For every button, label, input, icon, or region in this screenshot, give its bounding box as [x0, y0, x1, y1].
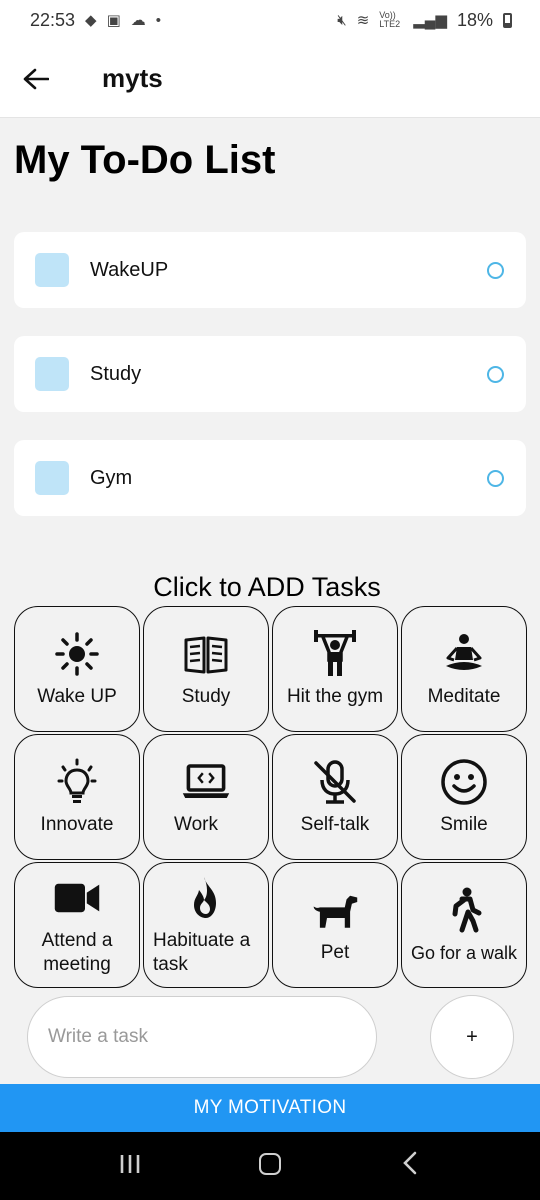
- game-controller-icon: ◆: [85, 12, 97, 29]
- todo-status-circle[interactable]: [487, 469, 504, 487]
- home-button[interactable]: [240, 1151, 300, 1182]
- todo-label: Study: [90, 362, 142, 385]
- todo-list: WakeUP Study Gym: [14, 232, 526, 544]
- app-title: myts: [102, 63, 163, 93]
- task-label: Habituate a task: [153, 930, 251, 975]
- battery-percent: 18%: [456, 9, 493, 30]
- task-label: Wake UP: [37, 686, 117, 707]
- signal-icon: ▂▄▆: [413, 12, 447, 29]
- dot-icon: •: [155, 11, 162, 29]
- todo-checkbox[interactable]: [35, 357, 69, 391]
- fire-icon: [181, 873, 231, 923]
- add-tasks-heading: Click to ADD Tasks: [153, 572, 381, 602]
- task-tile-attend-a-meeting[interactable]: Attend a meeting: [14, 862, 140, 988]
- my-motivation-button[interactable]: MY MOTIVATION: [0, 1084, 540, 1132]
- back-button[interactable]: [0, 40, 72, 118]
- todo-checkbox[interactable]: [35, 461, 69, 495]
- task-tile-habituate-a-task[interactable]: Habituate a task: [143, 862, 269, 988]
- book-icon: [181, 629, 231, 679]
- task-label: Pet: [320, 942, 350, 963]
- system-nav-bar: [0, 1132, 540, 1200]
- meditation-icon: [439, 629, 489, 679]
- home-icon: [259, 1152, 281, 1175]
- weightlifter-icon: [310, 629, 360, 679]
- status-bar-right: 🔇︎ ≋ Vo)) LTE2 ▂▄▆ 18%: [337, 10, 512, 31]
- task-tile-wake-up[interactable]: Wake UP: [14, 606, 140, 732]
- status-bar: 22:53 ◆ ▣ ☁ • 🔇︎ ≋ Vo)) LTE2 ▂▄▆ 18%: [0, 0, 540, 40]
- walking-person-icon: [439, 885, 489, 935]
- todo-item[interactable]: WakeUP: [14, 232, 526, 308]
- status-time: 22:53: [30, 9, 76, 30]
- task-label: Smile: [440, 814, 488, 835]
- sun-icon: [52, 629, 102, 679]
- todo-status-circle[interactable]: [487, 261, 504, 279]
- battery-icon: [503, 12, 512, 28]
- arrow-left-icon: [23, 68, 49, 89]
- todo-checkbox[interactable]: [35, 253, 69, 287]
- status-bar-left: 22:53 ◆ ▣ ☁ •: [30, 10, 161, 31]
- cloud-icon: ☁: [130, 12, 146, 29]
- task-label: Innovate: [40, 814, 114, 835]
- task-label: Go for a walk: [410, 943, 518, 963]
- page-title: My To-Do List: [14, 138, 276, 182]
- task-tile-work[interactable]: Work: [143, 734, 269, 860]
- task-tile-pet[interactable]: Pet: [272, 862, 398, 988]
- todo-status-circle[interactable]: [487, 365, 504, 383]
- volte-icon: Vo)) LTE2: [379, 10, 401, 29]
- task-tile-self-talk[interactable]: Self-talk: [272, 734, 398, 860]
- wifi-icon: ≋: [356, 12, 370, 29]
- lightbulb-icon: [52, 757, 102, 807]
- task-tile-go-for-a-walk[interactable]: Go for a walk: [401, 862, 527, 988]
- task-tile-study[interactable]: Study: [143, 606, 269, 732]
- outlook-icon: ▣: [106, 12, 121, 29]
- laptop-code-icon: [181, 757, 231, 807]
- task-label: Meditate: [427, 686, 501, 707]
- video-camera-icon: [52, 873, 102, 923]
- recents-icon[interactable]: [100, 1151, 160, 1182]
- smiley-icon: [439, 757, 489, 807]
- task-label: Work: [174, 814, 218, 835]
- task-tile-smile[interactable]: Smile: [401, 734, 527, 860]
- todo-item[interactable]: Gym: [14, 440, 526, 516]
- app-bar: myts: [0, 40, 540, 118]
- task-tile-hit-the-gym[interactable]: Hit the gym: [272, 606, 398, 732]
- task-label: Study: [181, 686, 231, 707]
- task-label: Self-talk: [300, 814, 370, 835]
- dog-icon: [310, 885, 360, 935]
- task-grid: Wake UP Study Hit the gym Meditate Innov…: [14, 606, 530, 988]
- todo-label: WakeUP: [90, 258, 169, 281]
- todo-item[interactable]: Study: [14, 336, 526, 412]
- task-label: Hit the gym: [286, 686, 384, 707]
- mic-off-icon: [310, 757, 360, 807]
- task-label: Attend a meeting: [41, 930, 113, 975]
- task-tile-innovate[interactable]: Innovate: [14, 734, 140, 860]
- back-icon[interactable]: [380, 1151, 440, 1182]
- todo-label: Gym: [90, 466, 133, 489]
- add-task-button[interactable]: +: [430, 995, 514, 1079]
- task-tile-meditate[interactable]: Meditate: [401, 606, 527, 732]
- mute-icon: 🔇︎: [337, 11, 347, 29]
- task-input[interactable]: [27, 996, 377, 1078]
